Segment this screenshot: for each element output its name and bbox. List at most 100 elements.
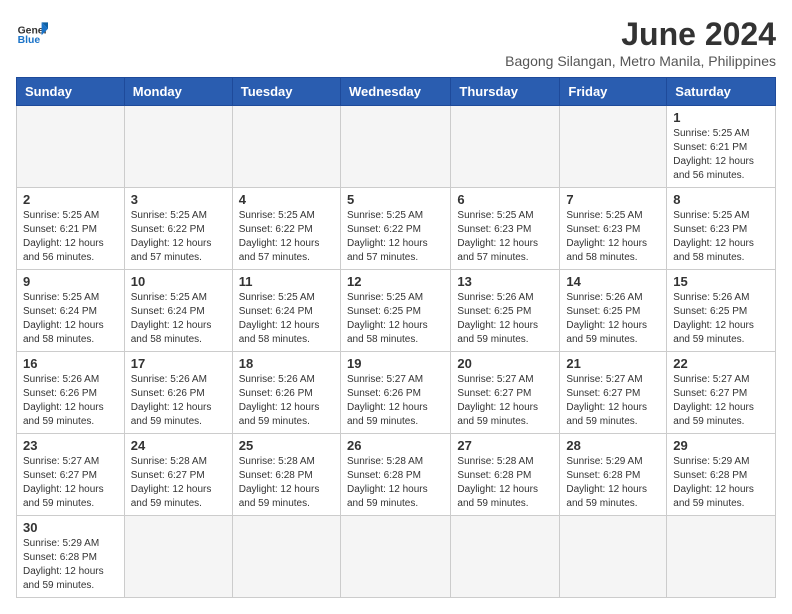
day-info: Sunrise: 5:27 AM Sunset: 6:27 PM Dayligh…: [457, 373, 553, 429]
calendar-day-cell: 17Sunrise: 5:26 AM Sunset: 6:26 PM Dayli…: [124, 352, 232, 434]
day-info: Sunrise: 5:25 AM Sunset: 6:22 PM Dayligh…: [239, 209, 334, 265]
day-number: 11: [239, 274, 334, 289]
calendar-day-cell: 22 Sunrise: 5:27 AM Sunset: 6:27 PM Dayli…: [667, 352, 776, 434]
weekday-header-saturday: Saturday: [667, 78, 776, 106]
day-info: Sunrise: 5:28 AM Sunset: 6:28 PM Dayligh…: [347, 455, 444, 511]
day-number: 9: [23, 274, 118, 289]
day-info: Sunrise: 5:25 AM Sunset: 6:21 PM Dayligh…: [23, 209, 118, 265]
day-number: 23: [23, 438, 118, 453]
weekday-header-sunday: Sunday: [17, 78, 125, 106]
day-number: 8: [673, 192, 769, 207]
calendar-day-cell: 19 Sunrise: 5:27 AM Sunset: 6:26 PM Dayli…: [340, 352, 450, 434]
weekday-header-tuesday: Tuesday: [232, 78, 340, 106]
day-info: Sunrise: 5:25 AM Sunset: 6:24 PM Dayligh…: [23, 291, 118, 347]
day-number: 20: [457, 356, 553, 371]
calendar-day-cell: 6Sunrise: 5:25 AM Sunset: 6:23 PM Daylig…: [451, 188, 560, 270]
day-number: 15: [673, 274, 769, 289]
day-number: 10: [131, 274, 226, 289]
calendar-week-row: 16 Sunrise: 5:26 AM Sunset: 6:26 PM Dayli…: [17, 352, 776, 434]
calendar-day-cell: 20 Sunrise: 5:27 AM Sunset: 6:27 PM Dayli…: [451, 352, 560, 434]
day-number: 13: [457, 274, 553, 289]
day-number: 14: [566, 274, 660, 289]
day-info: Sunrise: 5:27 AM Sunset: 6:27 PM Dayligh…: [566, 373, 660, 429]
day-number: 22: [673, 356, 769, 371]
calendar-day-cell: 11 Sunrise: 5:25 AM Sunset: 6:24 PM Dayli…: [232, 270, 340, 352]
calendar-day-cell: 9 Sunrise: 5:25 AM Sunset: 6:24 PM Daylig…: [17, 270, 125, 352]
day-info: Sunrise: 5:26 AM Sunset: 6:26 PM Dayligh…: [239, 373, 334, 429]
day-number: 5: [347, 192, 444, 207]
day-number: 25: [239, 438, 334, 453]
logo: General Blue: [16, 16, 48, 48]
day-info: Sunrise: 5:25 AM Sunset: 6:22 PM Dayligh…: [131, 209, 226, 265]
calendar-day-cell: [340, 516, 450, 598]
day-info: Sunrise: 5:28 AM Sunset: 6:28 PM Dayligh…: [457, 455, 553, 511]
calendar-day-cell: [560, 516, 667, 598]
day-info: Sunrise: 5:28 AM Sunset: 6:27 PM Dayligh…: [131, 455, 226, 511]
day-number: 18: [239, 356, 334, 371]
calendar-day-cell: [340, 106, 450, 188]
day-info: Sunrise: 5:25 AM Sunset: 6:21 PM Dayligh…: [673, 127, 769, 183]
calendar-day-cell: 28Sunrise: 5:29 AM Sunset: 6:28 PM Dayli…: [560, 434, 667, 516]
day-number: 1: [673, 110, 769, 125]
day-info: Sunrise: 5:26 AM Sunset: 6:25 PM Dayligh…: [457, 291, 553, 347]
day-info: Sunrise: 5:25 AM Sunset: 6:22 PM Dayligh…: [347, 209, 444, 265]
weekday-header-row: SundayMondayTuesdayWednesdayThursdayFrid…: [17, 78, 776, 106]
day-info: Sunrise: 5:25 AM Sunset: 6:23 PM Dayligh…: [566, 209, 660, 265]
day-number: 7: [566, 192, 660, 207]
calendar-day-cell: [232, 516, 340, 598]
day-number: 3: [131, 192, 226, 207]
weekday-header-monday: Monday: [124, 78, 232, 106]
month-year-title: June 2024: [505, 16, 776, 53]
calendar-day-cell: 15 Sunrise: 5:26 AM Sunset: 6:25 PM Dayli…: [667, 270, 776, 352]
calendar-table: SundayMondayTuesdayWednesdayThursdayFrid…: [16, 77, 776, 598]
calendar-week-row: 23 Sunrise: 5:27 AM Sunset: 6:27 PM Dayli…: [17, 434, 776, 516]
day-number: 28: [566, 438, 660, 453]
day-info: Sunrise: 5:27 AM Sunset: 6:26 PM Dayligh…: [347, 373, 444, 429]
calendar-week-row: 2Sunrise: 5:25 AM Sunset: 6:21 PM Daylig…: [17, 188, 776, 270]
calendar-day-cell: 14 Sunrise: 5:26 AM Sunset: 6:25 PM Dayli…: [560, 270, 667, 352]
calendar-week-row: 1 Sunrise: 5:25 AM Sunset: 6:21 PM Daylig…: [17, 106, 776, 188]
weekday-header-thursday: Thursday: [451, 78, 560, 106]
calendar-day-cell: [124, 516, 232, 598]
svg-text:Blue: Blue: [18, 35, 41, 46]
calendar-day-cell: 13 Sunrise: 5:26 AM Sunset: 6:25 PM Dayli…: [451, 270, 560, 352]
day-number: 19: [347, 356, 444, 371]
calendar-day-cell: 25Sunrise: 5:28 AM Sunset: 6:28 PM Dayli…: [232, 434, 340, 516]
calendar-day-cell: 12Sunrise: 5:25 AM Sunset: 6:25 PM Dayli…: [340, 270, 450, 352]
calendar-day-cell: 2Sunrise: 5:25 AM Sunset: 6:21 PM Daylig…: [17, 188, 125, 270]
day-number: 30: [23, 520, 118, 535]
calendar-day-cell: 30 Sunrise: 5:29 AM Sunset: 6:28 PM Dayli…: [17, 516, 125, 598]
calendar-day-cell: [17, 106, 125, 188]
calendar-day-cell: 5 Sunrise: 5:25 AM Sunset: 6:22 PM Daylig…: [340, 188, 450, 270]
calendar-day-cell: 3 Sunrise: 5:25 AM Sunset: 6:22 PM Daylig…: [124, 188, 232, 270]
weekday-header-friday: Friday: [560, 78, 667, 106]
calendar-day-cell: [232, 106, 340, 188]
day-info: Sunrise: 5:26 AM Sunset: 6:25 PM Dayligh…: [566, 291, 660, 347]
day-info: Sunrise: 5:25 AM Sunset: 6:24 PM Dayligh…: [239, 291, 334, 347]
calendar-day-cell: 4Sunrise: 5:25 AM Sunset: 6:22 PM Daylig…: [232, 188, 340, 270]
day-info: Sunrise: 5:26 AM Sunset: 6:25 PM Dayligh…: [673, 291, 769, 347]
calendar-day-cell: [451, 516, 560, 598]
day-number: 24: [131, 438, 226, 453]
day-number: 26: [347, 438, 444, 453]
day-info: Sunrise: 5:25 AM Sunset: 6:24 PM Dayligh…: [131, 291, 226, 347]
day-number: 29: [673, 438, 769, 453]
calendar-day-cell: 10 Sunrise: 5:25 AM Sunset: 6:24 PM Dayli…: [124, 270, 232, 352]
day-info: Sunrise: 5:29 AM Sunset: 6:28 PM Dayligh…: [673, 455, 769, 511]
calendar-day-cell: 8Sunrise: 5:25 AM Sunset: 6:23 PM Daylig…: [667, 188, 776, 270]
day-number: 27: [457, 438, 553, 453]
calendar-day-cell: 18 Sunrise: 5:26 AM Sunset: 6:26 PM Dayli…: [232, 352, 340, 434]
day-info: Sunrise: 5:25 AM Sunset: 6:25 PM Dayligh…: [347, 291, 444, 347]
logo-icon: General Blue: [16, 16, 48, 48]
day-info: Sunrise: 5:29 AM Sunset: 6:28 PM Dayligh…: [23, 537, 118, 593]
calendar-day-cell: 16Sunrise: 5:26 AM Sunset: 6:26 PM Dayli…: [17, 352, 125, 434]
page-header: General Blue June 2024 Bagong Silangan, …: [16, 16, 776, 69]
location-subtitle: Bagong Silangan, Metro Manila, Philippin…: [505, 53, 776, 69]
calendar-day-cell: 1 Sunrise: 5:25 AM Sunset: 6:21 PM Daylig…: [667, 106, 776, 188]
day-number: 17: [131, 356, 226, 371]
day-info: Sunrise: 5:27 AM Sunset: 6:27 PM Dayligh…: [673, 373, 769, 429]
day-number: 16: [23, 356, 118, 371]
day-info: Sunrise: 5:27 AM Sunset: 6:27 PM Dayligh…: [23, 455, 118, 511]
day-number: 21: [566, 356, 660, 371]
calendar-day-cell: 7 Sunrise: 5:25 AM Sunset: 6:23 PM Daylig…: [560, 188, 667, 270]
